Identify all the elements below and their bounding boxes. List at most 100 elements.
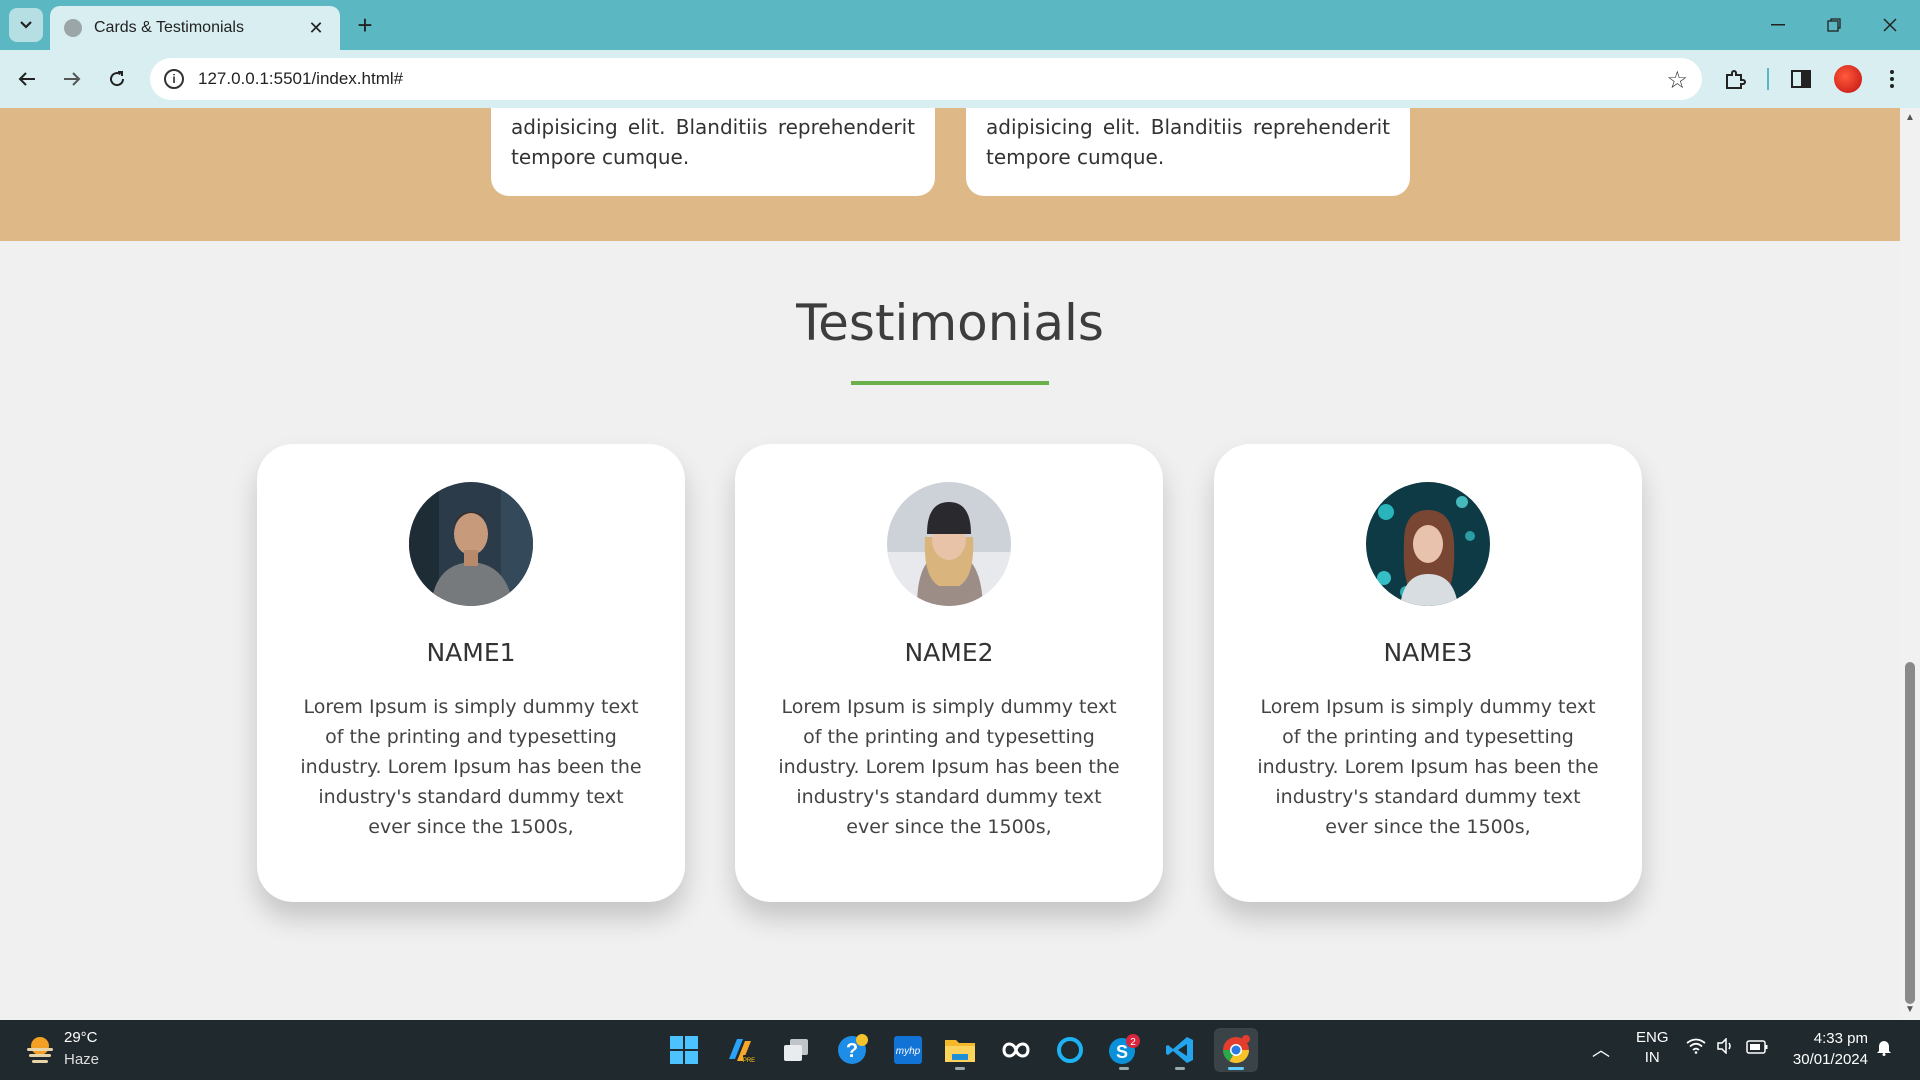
testimonial-card: NAME3 Lorem Ipsum is simply dummy text o… <box>1214 444 1642 902</box>
forward-button[interactable] <box>55 62 89 96</box>
globe-icon <box>64 19 82 37</box>
close-window-button[interactable] <box>1870 10 1910 40</box>
minimize-icon <box>1771 24 1785 26</box>
person-photo-icon <box>409 482 533 606</box>
testimonial-name: NAME2 <box>904 638 994 667</box>
weather-haze-icon[interactable] <box>24 1034 56 1064</box>
taskbar: 29°C Haze PRE ? myhp S2 ︿ ENG IN 4:33 pm… <box>0 1020 1920 1080</box>
taskbar-file-explorer[interactable] <box>938 1028 982 1072</box>
scroll-thumb[interactable] <box>1905 662 1915 1004</box>
running-indicator <box>1119 1067 1129 1070</box>
system-clock[interactable]: 4:33 pm 30/01/2024 <box>1784 1028 1868 1070</box>
forward-arrow-icon <box>64 72 81 86</box>
running-indicator <box>1175 1067 1185 1070</box>
input-language[interactable]: ENG IN <box>1636 1028 1669 1068</box>
url-text[interactable]: 127.0.0.1:5501/index.html# <box>198 69 403 89</box>
person-photo-icon <box>887 482 1011 606</box>
taskbar-task-view[interactable] <box>774 1028 818 1072</box>
taskbar-chrome-app[interactable] <box>1214 1028 1258 1072</box>
wifi-icon[interactable] <box>1686 1038 1706 1059</box>
profile-avatar[interactable] <box>1834 65 1862 93</box>
windows-logo-icon <box>670 1036 698 1064</box>
scroll-up-arrow-icon[interactable]: ▲ <box>1905 112 1915 123</box>
svg-text:S: S <box>1116 1042 1128 1062</box>
menu-button[interactable] <box>1877 64 1907 94</box>
volume-icon[interactable] <box>1716 1037 1736 1059</box>
taskbar-help-app[interactable]: ? <box>830 1028 874 1072</box>
side-panel-icon <box>1791 70 1811 88</box>
new-tab-button[interactable]: + <box>352 12 378 38</box>
side-panel-button[interactable] <box>1786 64 1816 94</box>
svg-text:?: ? <box>846 1040 858 1062</box>
clock-date: 30/01/2024 <box>1792 1051 1868 1068</box>
weather-temperature[interactable]: 29°C <box>64 1029 98 1046</box>
card: adipisicing elit. Blanditiis reprehender… <box>966 108 1410 196</box>
cards-section: adipisicing elit. Blanditiis reprehender… <box>0 108 1900 241</box>
taskbar-skype-app[interactable]: S2 <box>1102 1028 1146 1072</box>
back-button[interactable] <box>10 62 44 96</box>
reload-icon <box>110 71 125 87</box>
running-indicator <box>955 1067 965 1070</box>
active-indicator <box>1228 1067 1244 1070</box>
taskbar-vscode-app[interactable] <box>1158 1028 1202 1072</box>
card-text: adipisicing elit. Blanditiis reprehender… <box>511 115 915 169</box>
testimonial-name: NAME1 <box>426 638 516 667</box>
task-view-icon <box>784 1039 808 1061</box>
testimonial-text: Lorem Ipsum is simply dummy text of the … <box>300 696 642 838</box>
avatar <box>1366 482 1490 606</box>
skype-icon: S2 <box>1109 1034 1140 1064</box>
address-bar[interactable]: i 127.0.0.1:5501/index.html# ☆ <box>150 58 1702 100</box>
toolbar-divider <box>1767 68 1769 90</box>
page-viewport: adipisicing elit. Blanditiis reprehender… <box>0 108 1900 1020</box>
site-info-icon[interactable]: i <box>164 69 184 89</box>
extensions-button[interactable] <box>1720 64 1750 94</box>
title-underline <box>851 381 1049 385</box>
vscode-icon <box>1166 1037 1193 1063</box>
testimonial-card: NAME2 Lorem Ipsum is simply dummy text o… <box>735 444 1163 902</box>
clock-time: 4:33 pm <box>1813 1030 1868 1047</box>
scroll-down-arrow-icon[interactable]: ▼ <box>1905 1004 1915 1015</box>
chrome-icon <box>1222 1035 1250 1064</box>
kebab-menu-icon <box>1890 70 1894 88</box>
section-title: Testimonials <box>796 294 1104 352</box>
close-tab-icon[interactable]: ✕ <box>306 18 326 38</box>
testimonial-name: NAME3 <box>1383 638 1473 667</box>
svg-text:myhp: myhp <box>896 1046 921 1057</box>
close-icon <box>1883 18 1897 32</box>
taskbar-meta-app[interactable] <box>994 1028 1038 1072</box>
taskbar-myhp-app[interactable]: myhp <box>886 1028 930 1072</box>
page-scrollbar[interactable]: ▲ ▼ <box>1900 108 1920 1020</box>
testimonial-card: NAME1 Lorem Ipsum is simply dummy text o… <box>257 444 685 902</box>
avatar <box>887 482 1011 606</box>
help-icon: ? <box>838 1034 868 1064</box>
chevron-down-icon <box>20 21 32 29</box>
tab-search-button[interactable] <box>9 8 43 42</box>
testimonial-text: Lorem Ipsum is simply dummy text of the … <box>1257 696 1599 838</box>
browser-titlebar: Cards & Testimonials ✕ + <box>0 0 1920 50</box>
start-button[interactable] <box>662 1028 706 1072</box>
skype-badge-count: 2 <box>1130 1037 1136 1048</box>
person-photo-icon <box>1366 482 1490 606</box>
circle-ring-icon <box>1057 1037 1083 1063</box>
reload-button[interactable] <box>100 62 134 96</box>
weather-description[interactable]: Haze <box>64 1051 99 1068</box>
tab-title: Cards & Testimonials <box>94 19 244 36</box>
infinity-icon <box>1002 1042 1030 1058</box>
show-hidden-icons-chevron-icon[interactable]: ︿ <box>1592 1036 1610 1062</box>
battery-icon[interactable] <box>1746 1038 1768 1059</box>
minimize-button[interactable] <box>1758 10 1798 40</box>
taskbar-copilot-app[interactable]: PRE <box>718 1028 762 1072</box>
browser-tab[interactable]: Cards & Testimonials ✕ <box>50 6 340 50</box>
taskbar-cortana-app[interactable] <box>1048 1028 1092 1072</box>
notification-bell-icon[interactable] <box>1876 1038 1892 1061</box>
testimonial-text: Lorem Ipsum is simply dummy text of the … <box>778 696 1120 838</box>
copilot-icon: PRE <box>729 1039 755 1064</box>
back-arrow-icon <box>18 72 35 86</box>
myhp-icon: myhp <box>894 1036 922 1064</box>
bookmark-star-icon[interactable]: ☆ <box>1666 66 1688 95</box>
card-text: adipisicing elit. Blanditiis reprehender… <box>986 115 1390 169</box>
restore-button[interactable] <box>1814 10 1854 40</box>
folder-icon <box>945 1040 975 1062</box>
language-code: ENG <box>1636 1029 1669 1046</box>
avatar <box>409 482 533 606</box>
